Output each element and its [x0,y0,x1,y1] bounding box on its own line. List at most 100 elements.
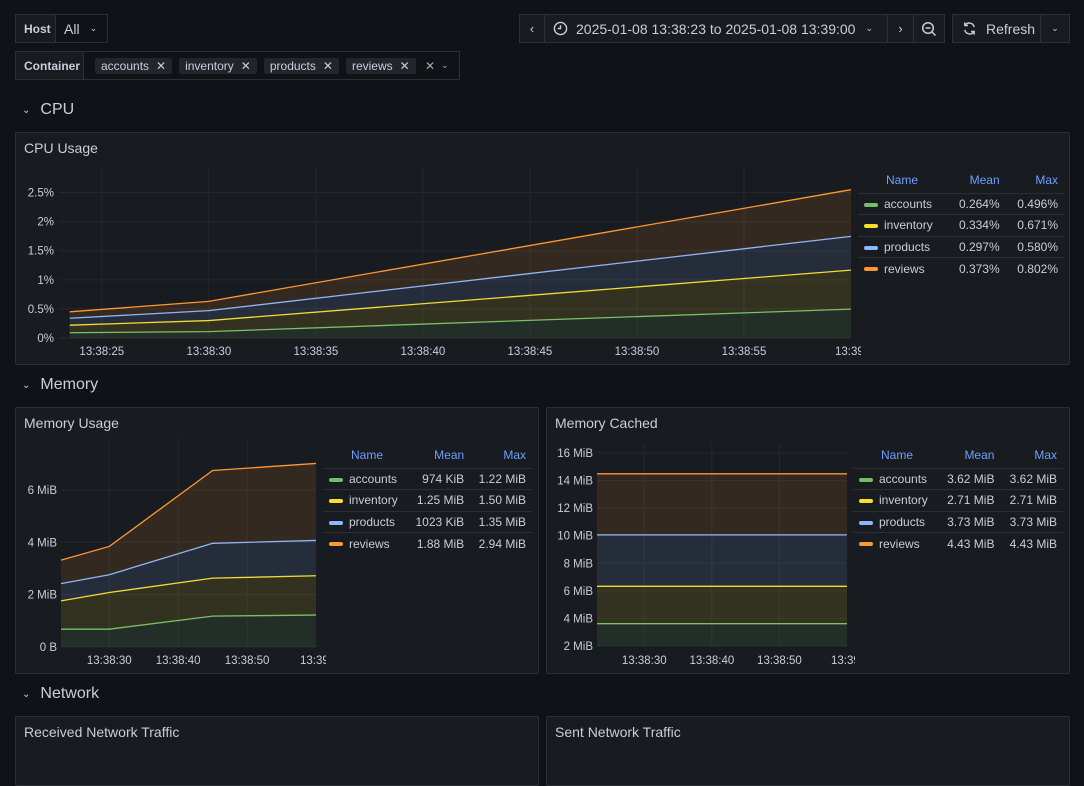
legend-series-name[interactable]: accounts [858,192,948,215]
y-tick-label: 6 MiB [564,586,594,598]
y-tick-label: 0.5% [28,304,54,316]
legend-series-name[interactable]: inventory [853,489,938,511]
legend-max-value: 1.35 MiB [470,510,532,533]
clear-all-icon[interactable]: ✕ [425,59,435,73]
clock-icon [553,21,568,36]
time-forward-button[interactable]: › [887,14,914,43]
legend-row-products[interactable]: products 0.297% 0.580% [858,235,1064,258]
chip-label: accounts [101,58,150,73]
chevron-left-icon: ‹ [529,21,535,36]
legend-series-name[interactable]: products [853,510,938,533]
remove-icon[interactable]: ✕ [323,59,333,73]
series-color-swatch [864,267,878,272]
legend-series-name[interactable]: reviews [323,532,407,554]
legend-row-inventory[interactable]: inventory 1.25 MiB 1.50 MiB [323,489,532,511]
container-chip-products[interactable]: products ✕ [263,57,339,74]
legend-row-inventory[interactable]: inventory 2.71 MiB 2.71 MiB [853,489,1063,511]
time-back-button[interactable]: ‹ [519,14,545,43]
zoom-out-button[interactable] [913,14,945,43]
container-variable-select[interactable]: accounts ✕ inventory ✕ products ✕ reviews ✕ … [83,51,460,80]
x-tick-label: 13:38:50 [757,655,802,667]
memory-cached-legend: Name Mean Max accounts 3.62 MiB 3.62 MiB inven… [853,446,1063,554]
chevron-down-icon: ⌄ [22,379,31,391]
panel-memory-cached: Memory Cached 2 MiB 4 MiB 6 MiB 8 MiB 10 MiB… [546,407,1070,674]
container-chip-inventory[interactable]: inventory ✕ [179,57,257,74]
x-tick-label: 13:38:40 [689,655,734,667]
cpu-usage-chart: 0% 0.5% 1% 1.5% 2% 2.5% 13:38:25 13:38:30 13:38:… [28,168,861,358]
legend-mean-value: 0.334% [947,214,1006,236]
legend-mean-value: 0.264% [947,192,1006,215]
legend-row-accounts[interactable]: accounts 3.62 MiB 3.62 MiB [853,467,1063,490]
series-color-swatch [329,542,343,547]
legend-row-products[interactable]: products 3.73 MiB 3.73 MiB [853,510,1063,533]
row-title: Network [40,685,100,702]
chip-label: reviews [351,58,393,73]
legend-max-value: 0.580% [1005,235,1064,258]
x-tick-label: 13:39: [300,655,326,667]
host-variable-select[interactable]: All ⌄ [55,14,108,43]
remove-icon[interactable]: ✕ [400,59,410,73]
legend-series-name[interactable]: accounts [853,467,938,490]
legend-max-value: 4.43 MiB [1000,532,1063,554]
row-title: Memory [40,376,99,393]
container-chip-reviews[interactable]: reviews ✕ [345,57,416,74]
legend-row-products[interactable]: products 1023 KiB 1.35 MiB [323,510,532,533]
legend-header-max: Max [503,447,526,462]
legend-row-reviews[interactable]: reviews 4.43 MiB 4.43 MiB [853,532,1063,554]
y-tick-label: 1% [37,275,54,287]
legend-row-accounts[interactable]: accounts 0.264% 0.496% [858,192,1064,215]
legend-series-name[interactable]: products [858,235,948,258]
area-reviews [597,473,847,535]
time-range-picker[interactable]: 2025-01-08 13:38:23 to 2025-01-08 13:39:… [544,14,888,43]
area-accounts [597,623,847,646]
legend-max-value: 0.496% [1005,192,1064,215]
legend-row-accounts[interactable]: accounts 974 KiB 1.22 MiB [323,467,532,490]
refresh-button[interactable]: Refresh [952,14,1041,43]
area-products [597,534,847,587]
refresh-interval-dropdown[interactable]: ⌄ [1040,14,1070,43]
row-memory[interactable]: ⌄ Memory [22,376,98,394]
series-color-swatch [859,499,873,504]
chevron-down-icon[interactable]: ⌄ [441,60,449,71]
legend-series-name[interactable]: reviews [853,532,938,554]
legend-max-value: 3.62 MiB [1000,467,1063,490]
legend-row-inventory[interactable]: inventory 0.334% 0.671% [858,214,1064,236]
y-tick-label: 2 MiB [28,590,58,602]
y-tick-label: 14 MiB [557,476,593,488]
legend-series-name[interactable]: reviews [858,257,948,279]
legend-mean-value: 1023 KiB [407,510,471,533]
legend-header-name: Name [351,447,384,462]
legend-header-name: Name [881,447,914,462]
x-tick-label: 13:38:30 [186,346,231,358]
chevron-down-icon: ⌄ [89,23,98,33]
chip-label: inventory [185,58,234,73]
series-color-swatch [329,477,343,482]
chevron-right-icon: › [898,21,903,36]
y-tick-label: 0% [37,333,54,345]
series-color-swatch [859,542,873,547]
x-tick-label: 13:38:55 [722,346,767,358]
legend-series-name[interactable]: accounts [323,467,407,490]
row-title: CPU [40,101,75,118]
remove-icon[interactable]: ✕ [156,59,166,73]
panel-sent-network: Sent Network Traffic [546,716,1070,786]
legend-row-reviews[interactable]: reviews 0.373% 0.802% [858,257,1064,279]
legend-mean-value: 1.88 MiB [407,532,471,554]
legend-header-mean: Mean [964,447,995,462]
row-network[interactable]: ⌄ Network [22,685,99,703]
container-chip-accounts[interactable]: accounts ✕ [95,57,173,74]
remove-icon[interactable]: ✕ [241,59,251,73]
legend-series-name[interactable]: products [323,510,407,533]
series-color-swatch [859,477,873,482]
legend-header-mean: Mean [969,172,1000,187]
legend-series-name[interactable]: inventory [858,214,948,236]
row-cpu[interactable]: ⌄ CPU [22,101,74,119]
legend-row-reviews[interactable]: reviews 1.88 MiB 2.94 MiB [323,532,532,554]
y-tick-label: 2 MiB [564,641,594,653]
legend-series-name[interactable]: inventory [323,489,407,511]
legend-mean-value: 3.73 MiB [937,510,1001,533]
memory-usage-chart: 0 B 2 MiB 4 MiB 6 MiB 13:38:30 13:38:40 13:38:… [28,438,326,667]
x-tick-label: 13:39: [831,655,855,667]
panel-received-network: Received Network Traffic [15,716,539,786]
legend-mean-value: 3.62 MiB [937,467,1001,490]
